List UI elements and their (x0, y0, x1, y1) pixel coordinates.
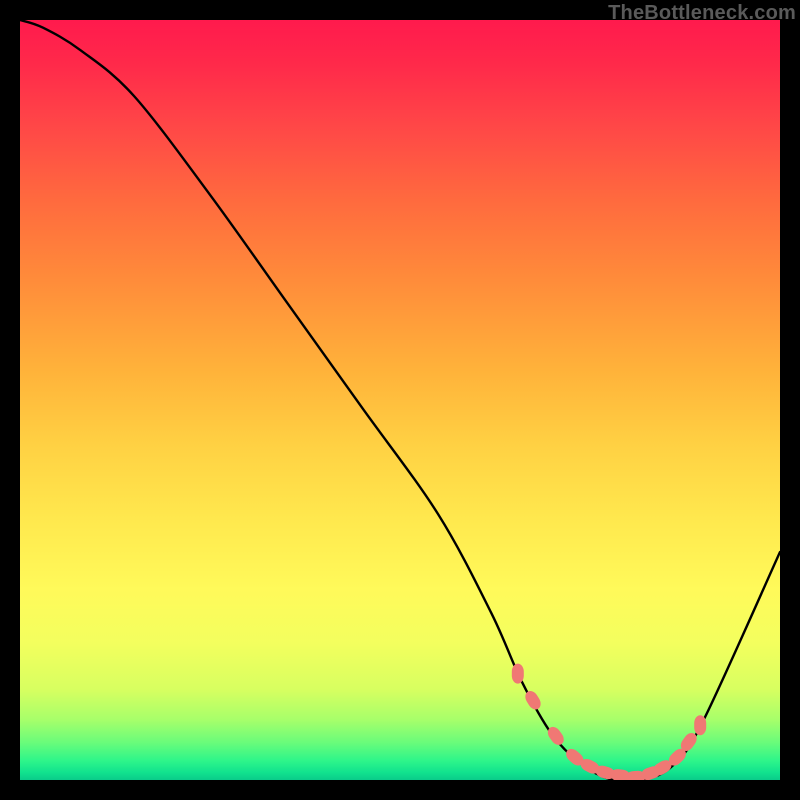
chart-svg (20, 20, 780, 780)
marker-dot (512, 664, 524, 684)
chart-container: TheBottleneck.com (0, 0, 800, 800)
plot-area (20, 20, 780, 780)
bottleneck-curve (20, 20, 780, 780)
marker-dot (694, 715, 706, 735)
sweet-spot-markers (512, 664, 706, 780)
